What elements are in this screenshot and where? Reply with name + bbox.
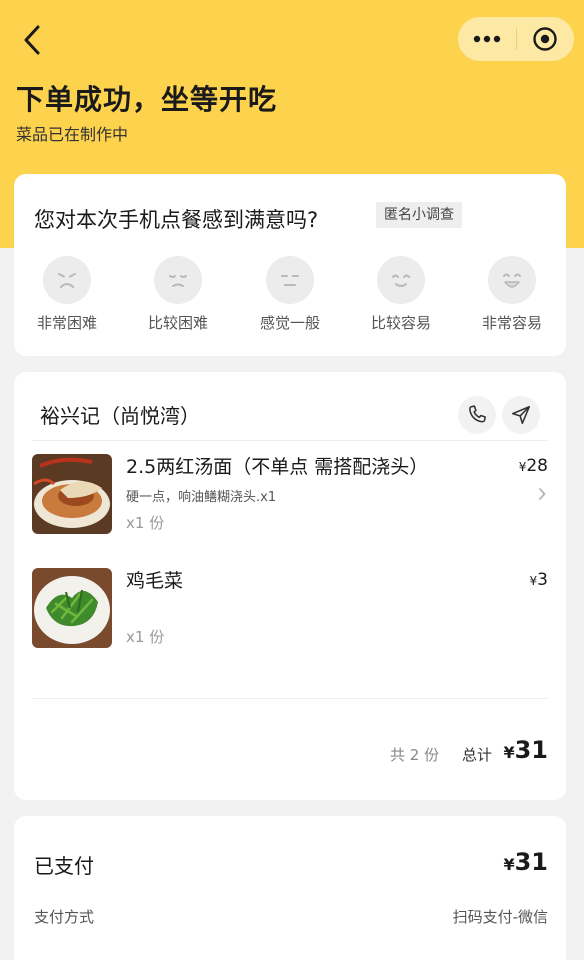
survey-option-label: 比较容易 bbox=[370, 314, 431, 332]
dish-quantity: x1 份 bbox=[126, 628, 165, 646]
dish-name: 鸡毛菜 bbox=[126, 570, 184, 592]
phone-icon bbox=[469, 405, 486, 423]
survey-option-label: 感觉一般 bbox=[259, 314, 320, 332]
dish-price-value: 28 bbox=[526, 456, 548, 476]
happy-face-icon bbox=[377, 256, 425, 304]
chevron-right-icon bbox=[538, 487, 546, 501]
page-title: 下单成功，坐等开吃 bbox=[16, 83, 278, 116]
dish-image-greens[interactable] bbox=[32, 568, 112, 648]
order-total: ¥31 bbox=[503, 736, 548, 764]
dish-price: ¥3 bbox=[530, 570, 548, 590]
survey-option-label: 非常容易 bbox=[481, 314, 542, 332]
shop-name[interactable]: 裕兴记（尚悦湾） bbox=[40, 400, 200, 429]
order-total-value: 31 bbox=[514, 736, 548, 764]
survey-tag: 匿名小调查 bbox=[376, 202, 462, 228]
total-label: 总计 bbox=[462, 746, 493, 764]
unhappy-face-icon bbox=[154, 256, 202, 304]
divider bbox=[32, 698, 548, 699]
more-button[interactable] bbox=[458, 17, 516, 61]
paid-amount-value: 31 bbox=[514, 848, 548, 876]
currency-symbol: ¥ bbox=[503, 743, 515, 762]
survey-option-easy[interactable]: 比较容易 bbox=[356, 256, 446, 333]
dish-image-noodle[interactable] bbox=[32, 454, 112, 534]
survey-option-label: 比较困难 bbox=[147, 314, 208, 332]
paid-amount: ¥31 bbox=[503, 848, 548, 876]
survey-option-label: 非常困难 bbox=[36, 314, 97, 332]
dish-price-value: 3 bbox=[537, 570, 548, 590]
survey-question: 您对本次手机点餐感到满意吗? bbox=[34, 208, 319, 232]
dish-options: 硬一点，响油鳝糊浇头.x1 bbox=[126, 490, 277, 505]
payment-method-value: 扫码支付-微信 bbox=[452, 908, 548, 926]
dish-price: ¥28 bbox=[519, 456, 548, 476]
chevron-left-icon bbox=[24, 25, 40, 55]
item-count: 共 2 份 bbox=[390, 746, 440, 764]
order-card: 裕兴记（尚悦湾） 2.5两红汤面（不单点 需搭配浇头） 硬一点，响油鳝糊浇头.x… bbox=[14, 372, 566, 800]
currency-symbol: ¥ bbox=[503, 855, 515, 874]
navigation-arrow-icon bbox=[511, 405, 531, 425]
target-close-icon bbox=[533, 27, 557, 51]
page-subtitle: 菜品已在制作中 bbox=[16, 125, 129, 144]
survey-card: 您对本次手机点餐感到满意吗? 匿名小调查 非常困难 比较困难 感觉一般 比较容易… bbox=[14, 174, 566, 356]
mini-program-capsule bbox=[458, 17, 574, 61]
payment-status: 已支付 bbox=[34, 854, 94, 878]
dish-quantity: x1 份 bbox=[126, 514, 165, 532]
survey-option-very-difficult[interactable]: 非常困难 bbox=[22, 256, 112, 333]
close-miniprogram-button[interactable] bbox=[516, 17, 574, 61]
more-dots-icon bbox=[473, 35, 500, 43]
survey-option-very-easy[interactable]: 非常容易 bbox=[467, 256, 557, 333]
navigate-button[interactable] bbox=[502, 396, 540, 434]
survey-options: 非常困难 比较困难 感觉一般 比较容易 非常容易 bbox=[14, 256, 566, 336]
very-unhappy-face-icon bbox=[43, 256, 91, 304]
payment-method-label: 支付方式 bbox=[34, 908, 95, 926]
survey-option-difficult[interactable]: 比较困难 bbox=[133, 256, 223, 333]
dish-name: 2.5两红汤面（不单点 需搭配浇头） bbox=[126, 456, 429, 478]
back-button[interactable] bbox=[16, 22, 48, 58]
divider bbox=[32, 440, 548, 441]
expand-options-button[interactable] bbox=[538, 486, 546, 505]
call-shop-button[interactable] bbox=[458, 396, 496, 434]
payment-card: 已支付 ¥31 支付方式 扫码支付-微信 bbox=[14, 816, 566, 960]
survey-option-neutral[interactable]: 感觉一般 bbox=[245, 256, 335, 333]
neutral-face-icon bbox=[266, 256, 314, 304]
very-happy-face-icon bbox=[488, 256, 536, 304]
